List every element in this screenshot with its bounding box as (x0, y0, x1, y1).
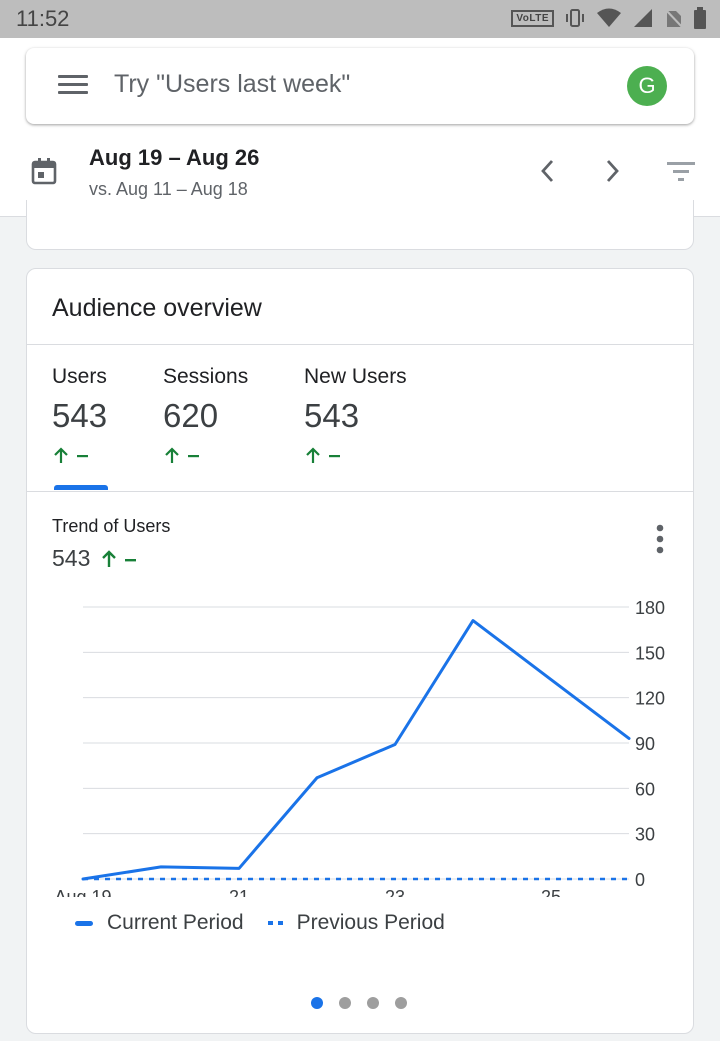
legend-swatch-dashed (267, 921, 283, 925)
previous-card (26, 200, 694, 250)
calendar-icon[interactable] (31, 157, 57, 185)
pagination-dot[interactable] (395, 997, 407, 1009)
y-tick-label: 120 (635, 689, 665, 709)
status-bar: 11:52 VoLTE (0, 0, 720, 38)
date-range-current[interactable]: Aug 19 – Aug 26 (89, 145, 259, 171)
metric-sessions[interactable]: Sessions 620 (163, 365, 248, 465)
y-tick-label: 0 (635, 870, 645, 890)
arrow-up-icon (54, 447, 88, 463)
x-tick-label: 25 (541, 887, 561, 897)
pagination-dot[interactable] (367, 997, 379, 1009)
trend-summary: 543 (52, 545, 140, 572)
more-vert-icon[interactable] (655, 524, 665, 554)
no-sim-icon (664, 8, 684, 29)
chevron-right-icon[interactable] (600, 158, 624, 184)
y-tick-label: 30 (635, 825, 655, 845)
pagination-dot[interactable] (311, 997, 323, 1009)
card-title: Audience overview (52, 294, 262, 322)
metric-change (304, 445, 407, 465)
x-tick-label: 23 (385, 887, 405, 897)
search-input[interactable]: Try "Users last week" (114, 70, 350, 99)
pagination-dot[interactable] (339, 997, 351, 1009)
filter-icon[interactable] (666, 160, 696, 184)
signal-icon (634, 9, 652, 27)
audience-overview-card: Audience overview Users 543 Sessions 620… (26, 268, 694, 1034)
metric-value: 543 (52, 397, 108, 434)
metric-users[interactable]: Users 543 (52, 365, 107, 465)
search-bar[interactable]: Try "Users last week" G (26, 48, 694, 124)
legend-current-period[interactable]: Current Period (75, 911, 244, 935)
divider (27, 344, 693, 345)
battery-icon (694, 7, 706, 29)
date-range-comparison: vs. Aug 11 – Aug 18 (89, 179, 248, 199)
metric-label: Users (52, 365, 107, 388)
trend-title: Trend of Users (52, 516, 171, 536)
divider (27, 491, 693, 492)
y-tick-label: 60 (635, 779, 655, 799)
y-tick-label: 150 (635, 643, 665, 663)
trend-chart: 0 30 60 90 120 150 180 Aug 19 21 23 25 (54, 598, 665, 897)
arrow-up-icon (306, 447, 340, 463)
metric-value: 620 (163, 397, 219, 434)
avatar[interactable]: G (627, 66, 667, 106)
metric-new-users[interactable]: New Users 543 (304, 365, 407, 465)
pagination-dots (311, 997, 407, 1009)
y-tick-label: 180 (635, 598, 665, 618)
x-tick-label: 21 (229, 887, 249, 897)
metric-label: New Users (304, 365, 407, 388)
metric-value: 543 (304, 397, 360, 434)
trend-value: 543 (52, 545, 91, 571)
vibrate-icon (566, 9, 584, 27)
x-tick-label: Aug 19 (54, 887, 111, 897)
legend-previous-period[interactable]: Previous Period (267, 911, 445, 935)
status-time: 11:52 (16, 6, 70, 31)
legend-label: Current Period (107, 911, 244, 934)
wifi-icon (597, 8, 621, 27)
metric-change (163, 445, 248, 465)
volte-icon: VoLTE (511, 9, 554, 27)
arrow-up-icon (102, 549, 137, 567)
status-icons: VoLTE (511, 7, 706, 29)
legend-label: Previous Period (296, 911, 445, 934)
chart-legend: Current Period Previous Period (75, 911, 469, 935)
chevron-left-icon[interactable] (536, 158, 560, 184)
selected-metric-indicator (54, 485, 108, 490)
legend-swatch-solid (75, 920, 93, 926)
metric-change (52, 445, 107, 465)
arrow-up-icon (165, 447, 199, 463)
y-tick-label: 90 (635, 734, 655, 754)
menu-icon[interactable] (58, 75, 88, 95)
metric-label: Sessions (163, 365, 249, 388)
series-line-current-period (81, 619, 631, 881)
